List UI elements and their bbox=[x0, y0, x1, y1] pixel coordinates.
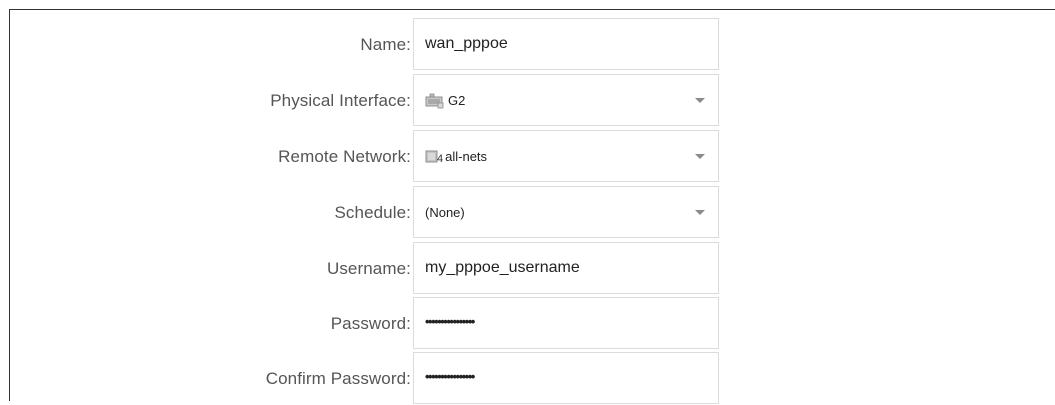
name-input-value: wan_pppoe bbox=[425, 35, 508, 52]
username-input[interactable]: my_pppoe_username bbox=[413, 242, 719, 294]
confirm-password-input-value: •••••••••••••••• bbox=[425, 368, 475, 384]
form-row-remote-network: Remote Network: 4 all-nets bbox=[10, 130, 1055, 183]
chevron-down-icon[interactable] bbox=[695, 210, 705, 215]
schedule-value: (None) bbox=[425, 204, 465, 220]
username-label: Username: bbox=[326, 258, 411, 278]
network-interface-icon bbox=[425, 93, 444, 109]
password-label: Password: bbox=[330, 313, 411, 333]
name-label: Name: bbox=[360, 34, 411, 54]
remote-network-value: all-nets bbox=[445, 148, 488, 164]
form-row-schedule: Schedule: (None) bbox=[10, 186, 1055, 239]
form-row-name: Name: wan_pppoe bbox=[10, 18, 1055, 71]
remote-network-select[interactable]: 4 all-nets bbox=[413, 130, 719, 182]
physical-interface-value: G2 bbox=[448, 92, 466, 108]
schedule-select[interactable]: (None) bbox=[413, 186, 719, 238]
form-row-physical-interface: Physical Interface: G2 bbox=[10, 74, 1055, 127]
password-input-value: •••••••••••••••• bbox=[425, 313, 475, 329]
form-row-password: Password: •••••••••••••••• bbox=[10, 297, 1055, 350]
form-panel: Name: wan_pppoe Physical Interface: G2 R… bbox=[9, 9, 1055, 404]
form-row-confirm-password: Confirm Password: •••••••••••••••• bbox=[10, 352, 1055, 405]
remote-network-label: Remote Network: bbox=[278, 146, 411, 166]
username-input-value: my_pppoe_username bbox=[425, 259, 580, 276]
form-row-username: Username: my_pppoe_username bbox=[10, 242, 1055, 295]
address-object-icon: 4 bbox=[425, 147, 443, 165]
confirm-password-label: Confirm Password: bbox=[265, 368, 411, 388]
name-input[interactable]: wan_pppoe bbox=[413, 18, 719, 70]
confirm-password-input[interactable]: •••••••••••••••• bbox=[413, 352, 719, 404]
chevron-down-icon[interactable] bbox=[695, 154, 705, 159]
schedule-label: Schedule: bbox=[334, 202, 411, 222]
physical-interface-label: Physical Interface: bbox=[270, 90, 411, 110]
physical-interface-select[interactable]: G2 bbox=[413, 74, 719, 126]
chevron-down-icon[interactable] bbox=[695, 98, 705, 103]
address-object-icon-badge: 4 bbox=[437, 153, 444, 165]
password-input[interactable]: •••••••••••••••• bbox=[413, 297, 719, 349]
